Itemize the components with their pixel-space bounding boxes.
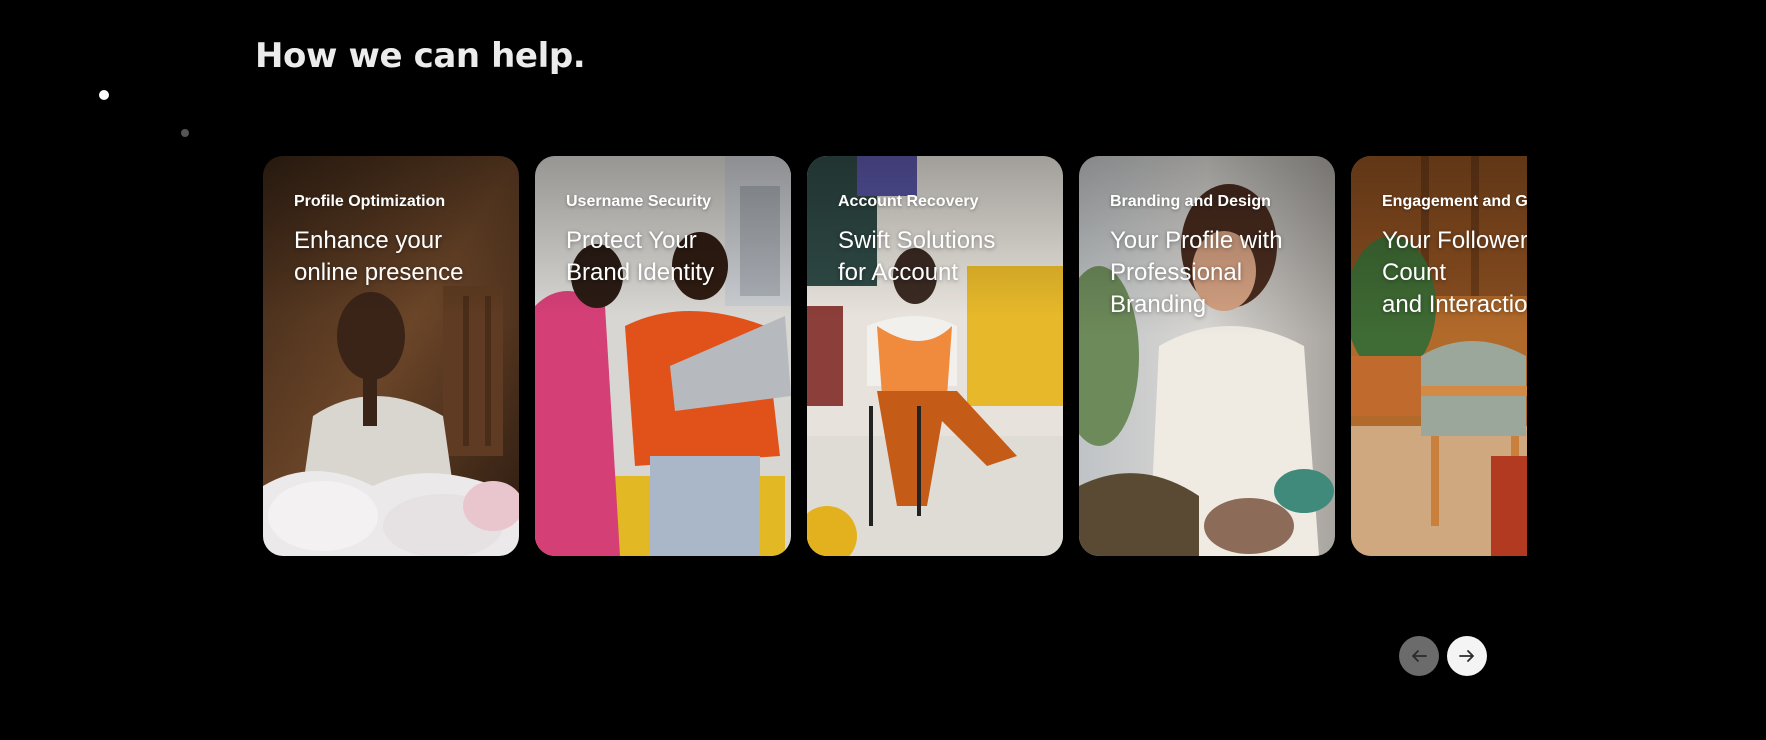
card-heading: Swift Solutions for Account	[838, 227, 996, 286]
service-card-branding-and-design[interactable]: Branding and Design Your Profile with Pr…	[1079, 156, 1335, 556]
card-category: Username Security	[566, 193, 711, 210]
carousel-dot[interactable]	[181, 129, 189, 137]
card-heading: Protect Your Brand Identity	[566, 227, 715, 286]
carousel-dot-active[interactable]	[99, 90, 109, 100]
section-title: How we can help.	[255, 36, 586, 76]
arrow-left-icon	[1410, 647, 1428, 665]
card-category: Profile Optimization	[294, 193, 446, 210]
services-carousel[interactable]: Profile Optimization Enhance your online…	[263, 156, 1527, 556]
carousel-next-button[interactable]	[1447, 636, 1487, 676]
card-category: Account Recovery	[838, 193, 979, 210]
service-card-account-recovery[interactable]: Account Recovery Swift Solutions for Acc…	[807, 156, 1063, 556]
carousel-track: Profile Optimization Enhance your online…	[263, 156, 1527, 556]
carousel-prev-button[interactable]	[1399, 636, 1439, 676]
service-card-engagement[interactable]: Engagement and Gr Your Follower Count an…	[1351, 156, 1527, 556]
card-heading: Your Profile with Professional Branding	[1110, 227, 1283, 318]
card-category: Engagement and Gr	[1382, 193, 1527, 210]
card-heading: Enhance your online presence	[294, 227, 464, 286]
card-category: Branding and Design	[1110, 193, 1271, 210]
service-card-username-security[interactable]: Username Security Protect Your Brand Ide…	[535, 156, 791, 556]
service-card-profile-optimization[interactable]: Profile Optimization Enhance your online…	[263, 156, 519, 556]
arrow-right-icon	[1458, 647, 1476, 665]
card-heading: Your Follower Count and Interactio	[1382, 227, 1527, 318]
